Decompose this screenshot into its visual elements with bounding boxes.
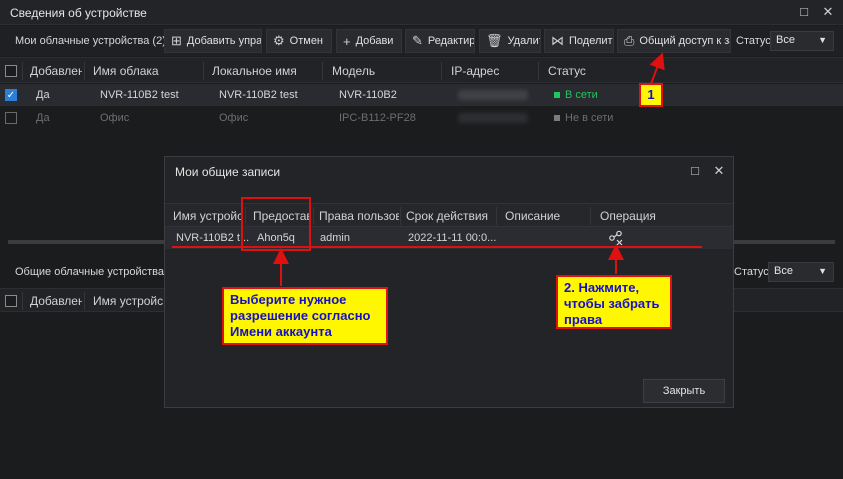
annotation-arrows [273,52,665,286]
arrow-to-shared-button [649,52,665,85]
